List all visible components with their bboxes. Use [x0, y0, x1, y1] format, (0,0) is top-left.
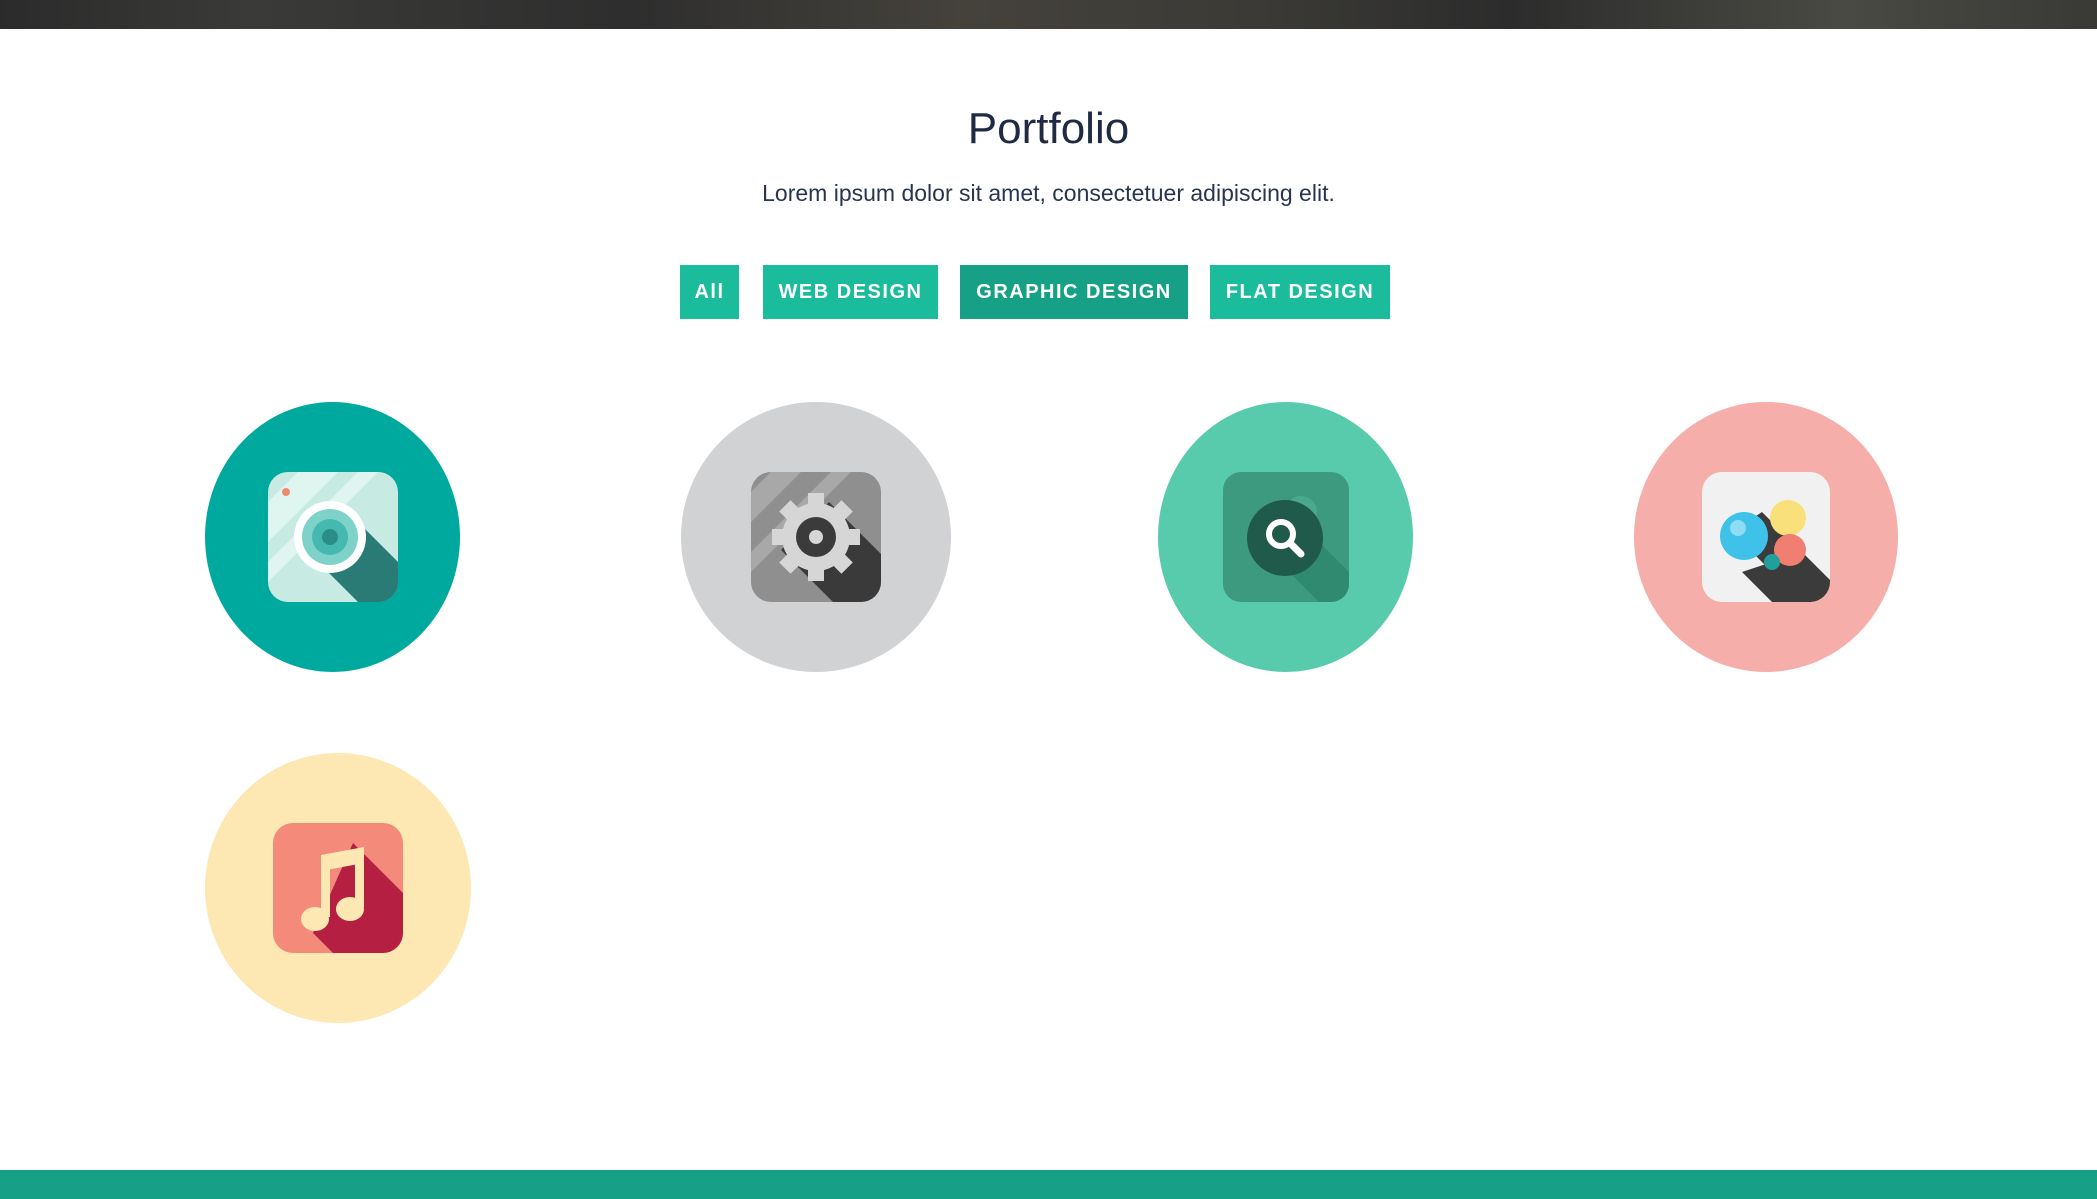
portfolio-item-bubbles[interactable] — [1634, 402, 1898, 672]
filter-graphic-design-button[interactable]: GRAPHIC DESIGN — [960, 265, 1188, 319]
section-title: Portfolio — [967, 104, 1130, 153]
page: Portfolio Lorem ipsum dolor sit amet, co… — [0, 0, 2097, 1199]
camera-icon — [267, 472, 398, 602]
hero-image-strip — [0, 0, 2097, 29]
music-icon — [273, 823, 403, 953]
filter-all-button[interactable]: All — [680, 265, 739, 319]
bubbles-icon — [1702, 472, 1830, 602]
filter-web-design-button[interactable]: WEB DESIGN — [763, 265, 938, 319]
filter-bar: All WEB DESIGN GRAPHIC DESIGN FLAT DESIG… — [0, 265, 2097, 319]
gear-icon — [751, 472, 881, 602]
magnifier-icon — [1222, 472, 1349, 602]
portfolio-item-settings[interactable] — [681, 402, 951, 672]
filter-flat-design-button[interactable]: FLAT DESIGN — [1210, 265, 1390, 319]
section-subtitle: Lorem ipsum dolor sit amet, consectetuer… — [762, 180, 1335, 206]
portfolio-item-music[interactable] — [205, 753, 471, 1023]
footer-bar — [0, 1170, 2097, 1199]
portfolio-item-search[interactable] — [1158, 402, 1413, 672]
portfolio-item-camera[interactable] — [205, 402, 460, 672]
